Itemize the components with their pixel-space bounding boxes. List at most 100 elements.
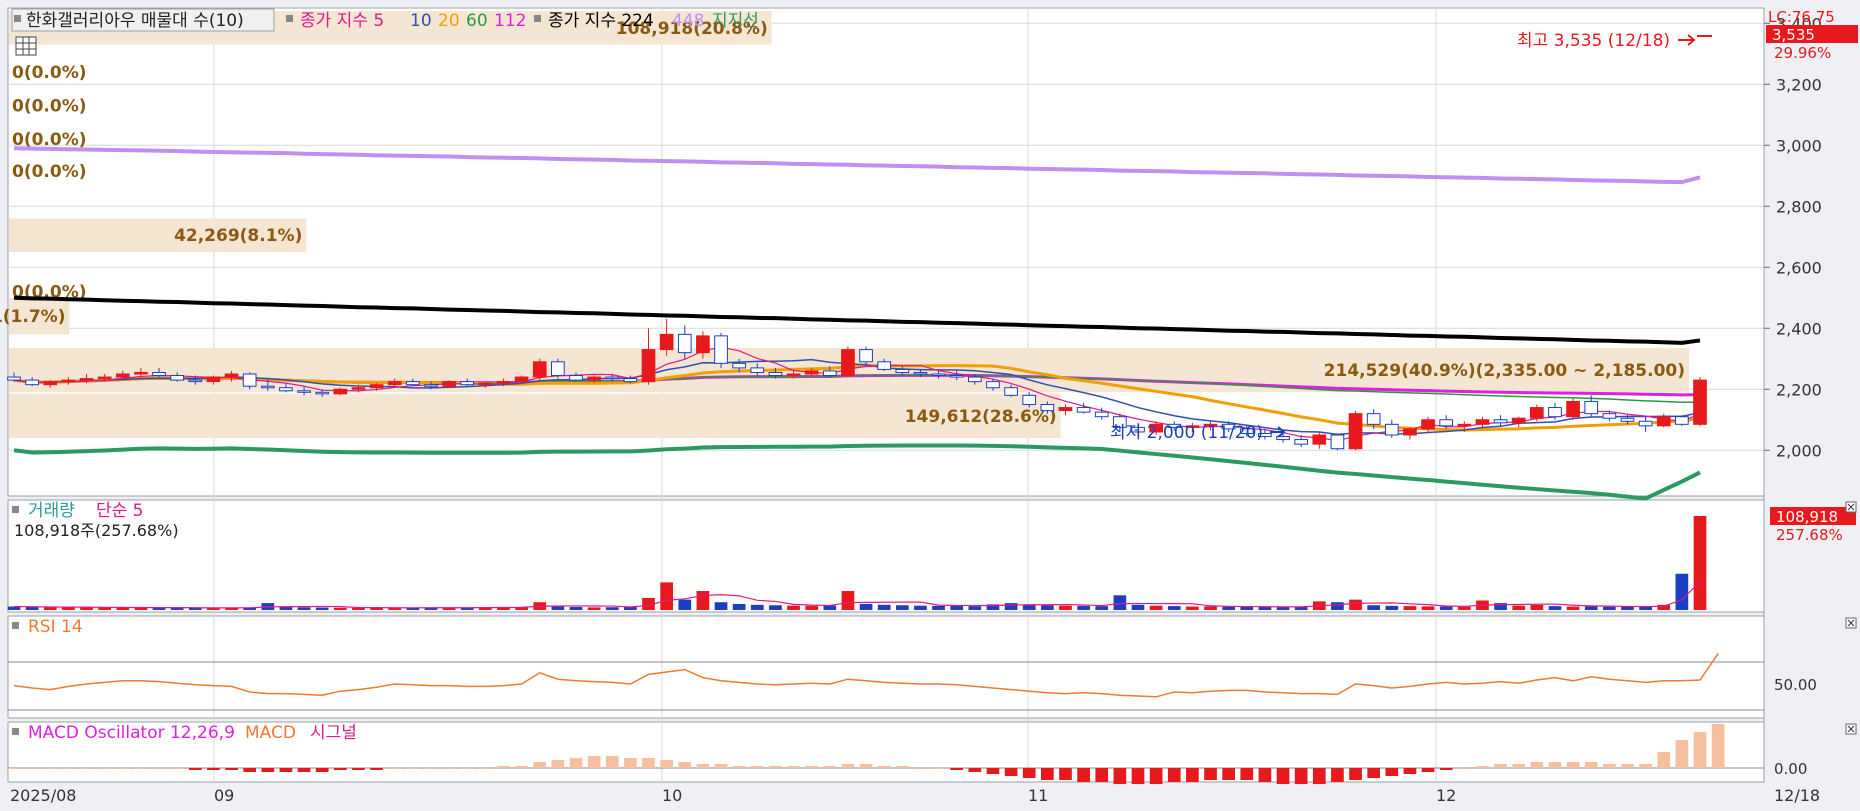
- volume-bar: [279, 606, 293, 610]
- candle-body: [405, 381, 420, 386]
- candle-body: [551, 361, 565, 377]
- rsi-title[interactable]: RSI 14: [28, 617, 83, 637]
- macd-bar: [968, 768, 982, 772]
- volume-bar: [714, 602, 728, 610]
- candle-body: [1040, 404, 1055, 412]
- volume-bar: [1457, 606, 1471, 610]
- volume-tag-pct: 257.68%: [1776, 526, 1843, 544]
- volume-bar: [769, 605, 782, 610]
- macd-bar: [587, 756, 601, 768]
- macd-bar: [116, 768, 130, 769]
- macd-bar: [1548, 762, 1562, 768]
- macd-bar: [950, 768, 964, 770]
- date-label-12: 12: [1436, 786, 1456, 805]
- macd-bar: [787, 766, 800, 768]
- candle-body: [732, 362, 747, 369]
- candle-body: [460, 381, 475, 386]
- current-price-tag: 3,535: [1772, 26, 1815, 44]
- legend-close-index-long[interactable]: 종가 지수 224: [548, 11, 654, 31]
- candle-body: [224, 373, 239, 378]
- macd-bar: [1222, 768, 1235, 780]
- stock-name[interactable]: 한화갤러리아우 매물대 수(10): [26, 11, 244, 31]
- macd-bar: [624, 758, 637, 768]
- macd-bar: [98, 768, 111, 769]
- candle-body: [967, 376, 982, 383]
- candle-body: [279, 387, 293, 392]
- macd-bar: [515, 766, 528, 768]
- legend-ma112: 112: [494, 11, 526, 31]
- candle-body: [1022, 394, 1037, 406]
- candle-body: [7, 376, 21, 381]
- table-icon[interactable]: [15, 36, 37, 56]
- candle-body: [1675, 416, 1689, 425]
- close-panel-icon[interactable]: [1845, 723, 1857, 735]
- macd-bar: [1657, 752, 1671, 768]
- volume-bar: [1603, 606, 1616, 610]
- close-panel-icon[interactable]: [1845, 617, 1857, 629]
- macd-bar: [43, 768, 57, 769]
- volume-bar: [750, 604, 764, 610]
- price-tick-label: 2,000: [1776, 441, 1822, 460]
- candle-body: [1348, 413, 1363, 450]
- date-label-10: 10: [662, 786, 682, 805]
- candle-body: [134, 371, 148, 375]
- price-tick-label: 2,600: [1776, 258, 1822, 277]
- candle-body: [605, 376, 620, 380]
- candle-body: [351, 387, 366, 390]
- macd-bar: [134, 768, 148, 769]
- date-label-2025-08: 2025/08: [10, 786, 76, 805]
- candle-body: [369, 384, 384, 389]
- macd-bar: [1167, 768, 1181, 782]
- macd-bar: [1204, 768, 1217, 780]
- candle-body: [841, 349, 855, 377]
- volume-bar: [1530, 604, 1544, 610]
- macd-bar: [1439, 768, 1453, 770]
- macd-bar: [1639, 764, 1652, 768]
- candle-body: [786, 373, 801, 377]
- price-tick-label: 3,000: [1776, 136, 1822, 155]
- macd-bar: [479, 768, 492, 769]
- volume-bar: [1331, 602, 1344, 610]
- volume-bar: [1349, 599, 1362, 610]
- macd-bar: [388, 768, 402, 769]
- macd-bar: [696, 764, 710, 768]
- macd-bar: [170, 768, 184, 769]
- macd-bar: [1512, 764, 1526, 768]
- volume-bar: [1258, 606, 1272, 610]
- legend-close-index[interactable]: 종가 지수 5: [300, 11, 384, 31]
- legend-support: 지지선: [712, 11, 759, 31]
- macd-bar: [207, 768, 220, 770]
- macd-bar: [460, 768, 474, 769]
- macd-bar: [1693, 732, 1707, 768]
- macd-bar: [750, 766, 764, 768]
- min-price-annotation: 최저 2,000 (11/20): [1110, 423, 1263, 443]
- macd-bar: [1457, 768, 1471, 769]
- volume-tag-value: 108,918: [1776, 508, 1838, 526]
- macd-bar: [1403, 768, 1417, 774]
- macd-bar: [605, 756, 619, 768]
- macd-bar: [406, 768, 420, 769]
- macd-bar: [1675, 740, 1689, 768]
- macd-bar: [333, 768, 347, 770]
- candle-body: [1457, 423, 1472, 427]
- macd-bar: [1312, 768, 1326, 784]
- candle-body: [1076, 407, 1091, 413]
- macd-bar: [152, 768, 166, 769]
- lc-label: LC:76.75: [1768, 8, 1835, 26]
- macd-bar: [1131, 768, 1145, 784]
- macd-bar: [1149, 768, 1163, 784]
- volume-title[interactable]: 거래량: [28, 501, 75, 521]
- volume-bar: [1041, 605, 1054, 610]
- candle-body: [1602, 413, 1617, 419]
- macd-title[interactable]: MACD Oscillator 12,26,9: [28, 723, 235, 743]
- volume-bar: [1149, 605, 1163, 610]
- macd-bar: [660, 760, 673, 768]
- volume-bar: [1403, 606, 1417, 610]
- macd-bar: [769, 766, 782, 768]
- macd-bar: [1367, 768, 1381, 778]
- volume-bar: [1639, 606, 1652, 610]
- macd-tick: 0.00: [1774, 760, 1807, 778]
- close-panel-icon[interactable]: [1845, 501, 1857, 513]
- legend-ma60: 60: [466, 11, 488, 31]
- volume-bar: [696, 591, 710, 610]
